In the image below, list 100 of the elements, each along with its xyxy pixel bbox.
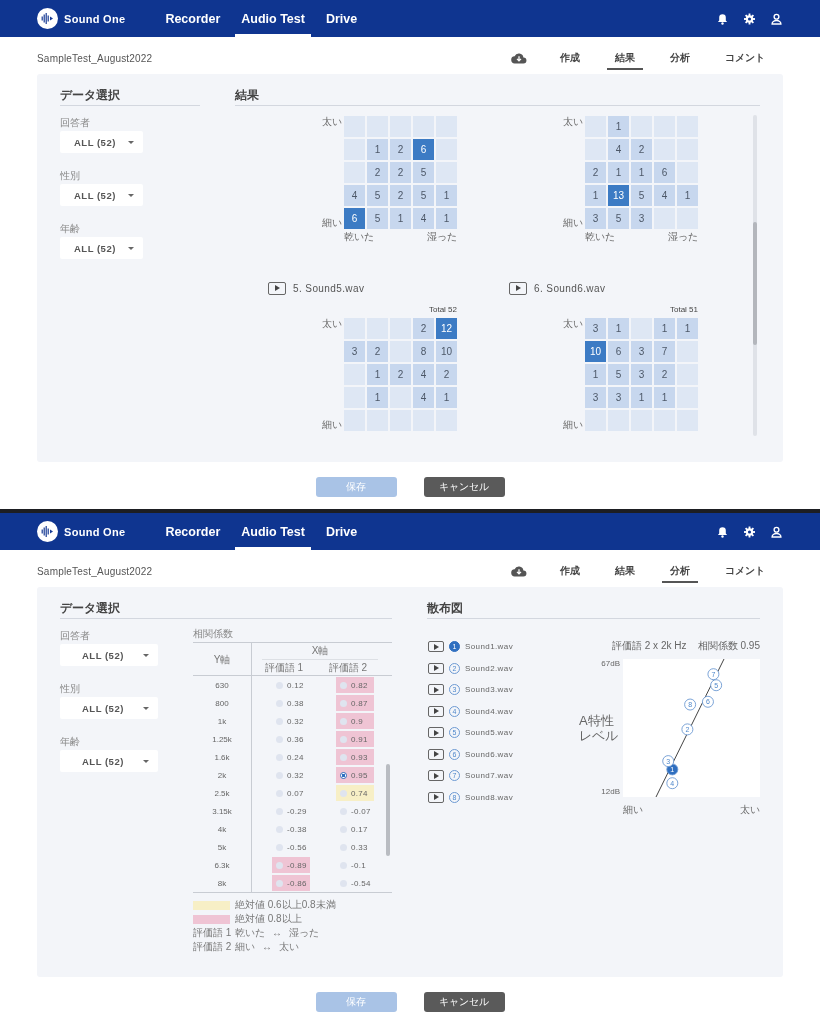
heatmap-cell: 3: [631, 208, 652, 229]
play-icon: [433, 772, 439, 779]
dropdown[interactable]: ALL (52): [60, 750, 158, 772]
row-header: 6.3k: [214, 860, 230, 870]
row-header: 5k: [217, 842, 227, 852]
heatmap-cell: 5: [608, 208, 629, 229]
correlation-value: 0.95: [351, 770, 368, 780]
sound-name[interactable]: Sound8.wav: [465, 792, 514, 802]
row-header: 3.15k: [212, 806, 232, 816]
sound-name[interactable]: Sound2.wav: [465, 663, 514, 673]
view-tab[interactable]: 結果: [607, 564, 643, 583]
nav-tab[interactable]: Drive: [319, 513, 364, 550]
play-icon: [274, 285, 280, 291]
filter-label: 性別: [60, 169, 80, 183]
radio-button[interactable]: [340, 681, 347, 689]
play-button[interactable]: [428, 641, 444, 653]
play-button[interactable]: [428, 748, 444, 760]
heatmap-cell: 2: [654, 364, 675, 385]
correlation-value: 0.32: [287, 770, 304, 780]
sound-name[interactable]: Sound3.wav: [465, 685, 514, 695]
sound-name[interactable]: Sound1.wav: [465, 642, 514, 652]
settings-icon[interactable]: [744, 525, 755, 538]
sound-name[interactable]: Sound4.wav: [465, 706, 514, 716]
heatmap-cell: 2: [413, 318, 434, 339]
sound-title: 5. Sound5.wav: [293, 282, 365, 294]
correlation-value: 0.82: [351, 680, 368, 690]
view-tab[interactable]: 結果: [607, 51, 643, 70]
view-tab[interactable]: 分析: [662, 564, 698, 583]
dropdown[interactable]: ALL (52): [60, 184, 143, 206]
cloud-download-icon[interactable]: [511, 52, 527, 64]
correlation-value: 0.17: [351, 824, 368, 834]
axis-label: 細い: [563, 419, 583, 431]
heatmap-cell: 1: [367, 387, 388, 408]
nav-tab[interactable]: Drive: [319, 0, 364, 37]
heatmap-cell: 1: [608, 116, 629, 137]
cancel-button[interactable]: キャンセル: [423, 477, 505, 497]
view-tab[interactable]: コメント: [717, 564, 773, 583]
radio-button[interactable]: [340, 717, 347, 725]
cloud-download-icon[interactable]: [511, 565, 527, 577]
radio-button[interactable]: [340, 699, 347, 707]
view-tab[interactable]: 作成: [552, 564, 588, 583]
sound-name[interactable]: Sound6.wav: [465, 749, 514, 759]
correlation-value: 0.36: [287, 734, 304, 744]
scrollbar-thumb[interactable]: [386, 764, 390, 856]
nav-tab[interactable]: Audio Test: [235, 0, 311, 37]
section-heading: データ選択: [60, 87, 120, 104]
radio-button[interactable]: [340, 789, 347, 797]
radio-button[interactable]: [340, 753, 347, 761]
nav-tab[interactable]: Audio Test: [235, 513, 311, 550]
cancel-button[interactable]: キャンセル: [423, 992, 505, 1012]
dropdown[interactable]: ALL (52): [60, 237, 143, 259]
scrollbar-track[interactable]: [753, 115, 757, 436]
play-button[interactable]: [428, 770, 444, 782]
caret-icon: [128, 246, 134, 250]
play-button[interactable]: [428, 684, 444, 696]
radio-button[interactable]: [276, 861, 283, 869]
row-header: 800: [215, 698, 229, 708]
heatmap-cell: 10: [585, 341, 606, 362]
play-button[interactable]: [509, 281, 527, 295]
play-button[interactable]: [268, 281, 286, 295]
row-header: 1.6k: [214, 752, 230, 762]
correlation-value: 0.91: [351, 734, 368, 744]
play-button[interactable]: [428, 662, 444, 674]
sound-name[interactable]: Sound7.wav: [465, 771, 514, 781]
heatmap-cell: 2: [390, 139, 411, 160]
sound-name[interactable]: Sound5.wav: [465, 728, 514, 738]
filter-label: 年齢: [60, 222, 80, 236]
nav-tab[interactable]: Recorder: [159, 513, 227, 550]
logo-icon: [37, 521, 58, 542]
caret-icon: [128, 140, 134, 144]
correlation-value: 0.24: [287, 752, 304, 762]
play-button[interactable]: [428, 705, 444, 717]
radio-button[interactable]: [276, 879, 283, 887]
heatmap-cell: 4: [608, 139, 629, 160]
settings-icon[interactable]: [744, 12, 755, 25]
section-heading: 結果: [235, 87, 259, 104]
play-button[interactable]: [428, 791, 444, 803]
heatmap-cell: 6: [608, 341, 629, 362]
row-header: 8k: [217, 878, 227, 888]
bell-icon[interactable]: [717, 12, 728, 25]
dropdown[interactable]: ALL (52): [60, 697, 158, 719]
radio-button[interactable]: [340, 771, 347, 779]
radio-button[interactable]: [340, 735, 347, 743]
legend-text: 湿った: [289, 927, 319, 939]
person-icon[interactable]: [771, 525, 782, 538]
row-header: 630: [215, 680, 229, 690]
view-tab[interactable]: コメント: [717, 51, 773, 70]
play-icon: [433, 708, 439, 715]
dropdown[interactable]: ALL (52): [60, 644, 158, 666]
nav-tab[interactable]: Recorder: [159, 0, 227, 37]
view-tab[interactable]: 分析: [662, 51, 698, 70]
view-tab[interactable]: 作成: [552, 51, 588, 70]
person-icon[interactable]: [771, 12, 782, 25]
heatmap-cell: 4: [413, 208, 434, 229]
scrollbar-thumb[interactable]: [753, 222, 757, 345]
play-button[interactable]: [428, 727, 444, 739]
dropdown[interactable]: ALL (52): [60, 131, 143, 153]
bell-icon[interactable]: [717, 525, 728, 538]
heatmap-cell: 3: [585, 208, 606, 229]
heatmap-cell: 3: [608, 387, 629, 408]
